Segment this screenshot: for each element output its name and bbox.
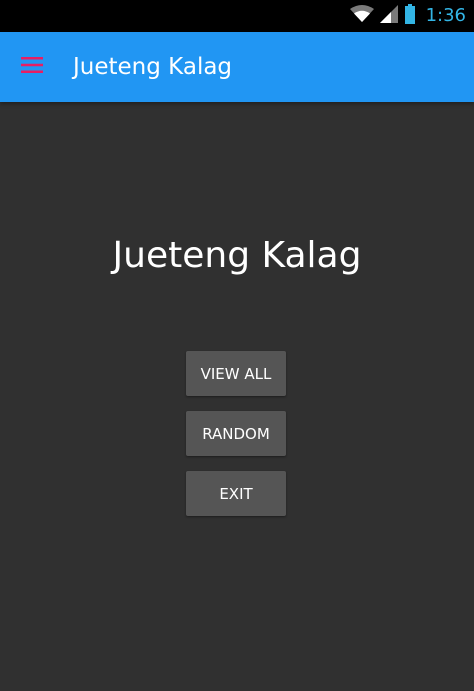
battery-icon: [404, 4, 416, 28]
signal-icon: [379, 5, 398, 27]
menu-button[interactable]: [14, 49, 50, 85]
view-all-button[interactable]: VIEW ALL: [186, 351, 286, 396]
status-bar: 1:36: [0, 0, 474, 32]
page-title: Jueteng Kalag: [112, 235, 362, 276]
random-button[interactable]: RANDOM: [186, 411, 286, 456]
app-title: Jueteng Kalag: [73, 54, 233, 80]
wifi-icon: [349, 5, 374, 27]
status-time: 1:36: [425, 5, 466, 26]
status-icons: 1:36: [349, 0, 466, 32]
hamburger-menu-icon: [21, 57, 43, 77]
exit-button[interactable]: EXIT: [186, 471, 286, 516]
app-bar: Jueteng Kalag: [0, 32, 474, 102]
